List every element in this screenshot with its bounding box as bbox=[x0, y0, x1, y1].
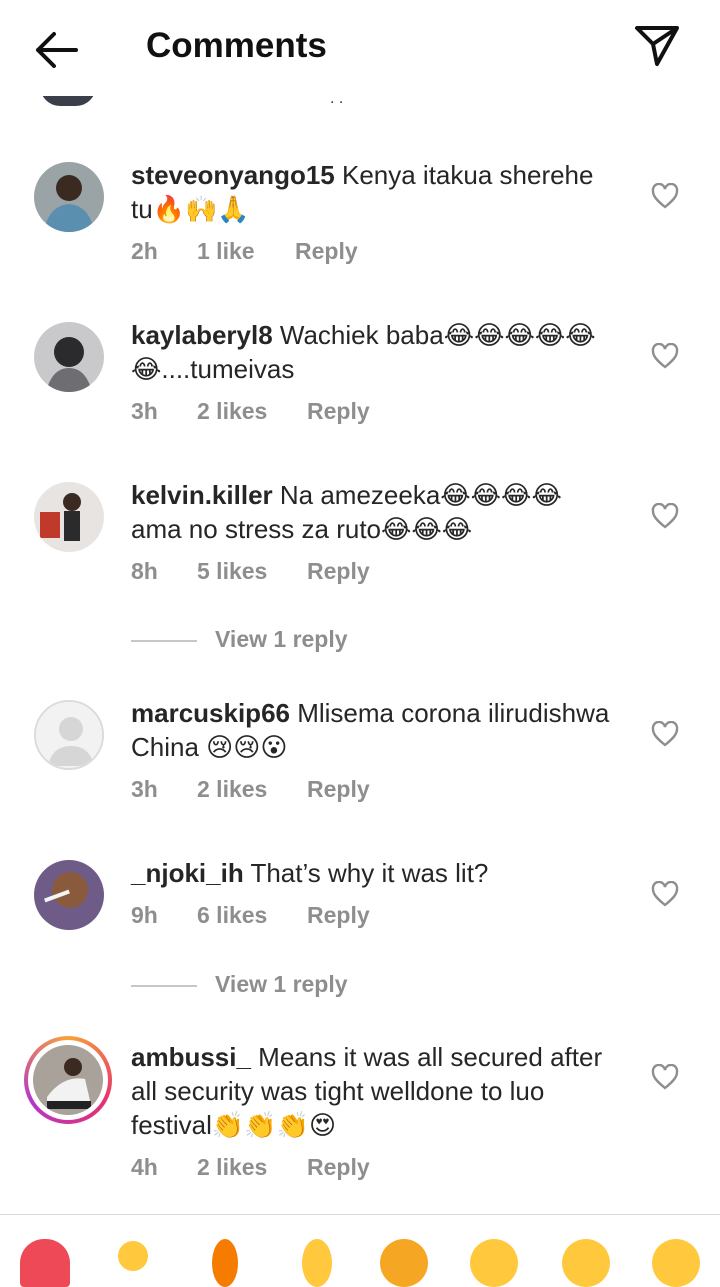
comment-username[interactable]: kelvin.killer bbox=[131, 480, 273, 510]
comment-time: 4h bbox=[131, 1154, 158, 1180]
comment-text: _njoki_ih That’s why it was lit? bbox=[131, 856, 611, 890]
avatar[interactable] bbox=[34, 860, 104, 930]
reply-button[interactable]: Reply bbox=[307, 776, 370, 803]
heart-outline-icon bbox=[651, 182, 679, 209]
like-button[interactable] bbox=[651, 342, 679, 369]
comment-text: steveonyango15 Kenya itakua sherehe tu🔥🙌… bbox=[131, 158, 611, 226]
arrow-left-icon bbox=[36, 32, 78, 68]
comment-text: kelvin.killer Na amezeeka😂😂😂😂 ama no str… bbox=[131, 478, 611, 546]
like-button[interactable] bbox=[651, 502, 679, 529]
reply-button[interactable]: Reply bbox=[307, 1154, 370, 1181]
divider bbox=[131, 985, 197, 987]
heart-outline-icon bbox=[651, 880, 679, 907]
reply-button[interactable]: Reply bbox=[307, 398, 370, 425]
raising-hands-icon[interactable] bbox=[118, 1241, 148, 1271]
comment-text: marcuskip66 Mlisema corona ilirudishwa C… bbox=[131, 696, 611, 764]
like-button[interactable] bbox=[651, 720, 679, 747]
heart-outline-icon bbox=[651, 1063, 679, 1090]
top-bar: Comments bbox=[0, 0, 720, 96]
heart-outline-icon bbox=[651, 502, 679, 529]
heart-outline-icon bbox=[651, 342, 679, 369]
page-title: Comments bbox=[146, 26, 327, 65]
avatar[interactable] bbox=[34, 700, 104, 770]
red-heart-icon[interactable] bbox=[20, 1239, 70, 1287]
comment-text: ambussi_ Means it was all secured after … bbox=[131, 1040, 611, 1142]
divider bbox=[131, 640, 197, 642]
back-button[interactable] bbox=[30, 28, 82, 72]
comment-likes[interactable]: 2 likes bbox=[197, 1154, 267, 1181]
comment-body: That’s why it was lit? bbox=[243, 858, 489, 888]
reply-button[interactable]: Reply bbox=[295, 238, 358, 265]
like-button[interactable] bbox=[651, 182, 679, 209]
comment-time: 3h bbox=[131, 776, 158, 802]
comment-likes[interactable]: 5 likes bbox=[197, 558, 267, 585]
avatar[interactable] bbox=[34, 482, 104, 552]
comment-time: 8h bbox=[131, 558, 158, 584]
heart-outline-icon bbox=[651, 720, 679, 747]
like-button[interactable] bbox=[651, 880, 679, 907]
comment-likes[interactable]: 2 likes bbox=[197, 398, 267, 425]
view-replies-label: View 1 reply bbox=[215, 626, 348, 652]
avatar[interactable] bbox=[34, 322, 104, 392]
comment-username[interactable]: kaylaberyl8 bbox=[131, 320, 273, 350]
comment-time: 3h bbox=[131, 398, 158, 424]
comment-likes[interactable]: 2 likes bbox=[197, 776, 267, 803]
reply-button[interactable]: Reply bbox=[307, 558, 370, 585]
comment-likes[interactable]: 6 likes bbox=[197, 902, 267, 929]
view-replies-button[interactable]: View 1 reply bbox=[131, 971, 431, 1001]
story-ring[interactable] bbox=[24, 1036, 112, 1124]
view-replies-button[interactable]: View 1 reply bbox=[131, 626, 431, 656]
comment-username[interactable]: ambussi_ bbox=[131, 1042, 251, 1072]
avatar[interactable] bbox=[34, 162, 104, 232]
smiling-face-icon[interactable] bbox=[562, 1239, 610, 1287]
comment-text: kaylaberyl8 Wachiek baba😂😂😂😂😂😂....tumeiv… bbox=[131, 318, 611, 386]
comment-time: 2h bbox=[131, 238, 158, 264]
comment-username[interactable]: marcuskip66 bbox=[131, 698, 290, 728]
laughing-face-icon[interactable] bbox=[470, 1239, 518, 1287]
view-replies-label: View 1 reply bbox=[215, 971, 348, 997]
share-button[interactable] bbox=[632, 22, 682, 70]
comment-username[interactable]: _njoki_ih bbox=[131, 858, 244, 888]
avatar bbox=[33, 1045, 103, 1115]
like-button[interactable] bbox=[651, 1063, 679, 1090]
surprised-face-icon[interactable] bbox=[652, 1239, 700, 1287]
crying-face-icon[interactable] bbox=[380, 1239, 428, 1287]
emoji-quick-bar bbox=[0, 1214, 720, 1287]
reply-button[interactable]: Reply bbox=[307, 902, 370, 929]
paper-plane-icon bbox=[635, 26, 679, 66]
comment-time: 9h bbox=[131, 902, 158, 928]
comment-likes[interactable]: 1 like bbox=[197, 238, 255, 265]
comment-username[interactable]: steveonyango15 bbox=[131, 160, 335, 190]
fire-icon[interactable] bbox=[212, 1239, 238, 1287]
clapping-hands-icon[interactable] bbox=[302, 1239, 332, 1287]
